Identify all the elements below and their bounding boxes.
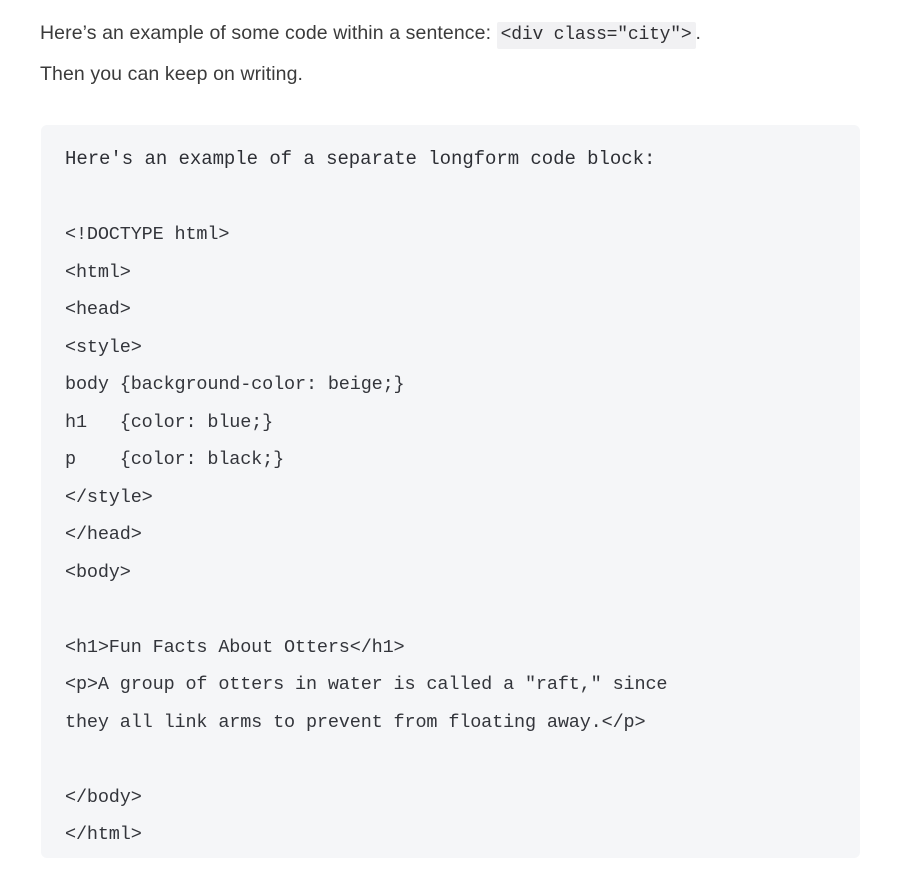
code-line: </style> bbox=[65, 486, 153, 508]
code-line: </head> bbox=[65, 524, 142, 545]
code-line: body {background-color: beige;} bbox=[65, 374, 405, 395]
code-line: <h1>Fun Facts About Otters</h1> bbox=[65, 636, 405, 658]
code-block-content: Here's an example of a separate longform… bbox=[65, 141, 848, 854]
code-line: </html> bbox=[65, 824, 142, 845]
code-line: p {color: black;} bbox=[65, 449, 285, 470]
intro-line-2: Then you can keep on writing. bbox=[40, 63, 304, 85]
code-line: <style> bbox=[65, 336, 142, 358]
code-block-lines: <!DOCTYPE html> <html> <head> <style> body {… bbox=[65, 179, 848, 854]
code-line: they all link arms to prevent from float… bbox=[65, 711, 646, 733]
intro-line-1-text-before: Here’s an example of some code within a … bbox=[40, 22, 497, 44]
longform-code-block: Here's an example of a separate longform… bbox=[41, 125, 860, 858]
code-line: h1 {color: blue;} bbox=[65, 411, 274, 433]
code-line: <html> bbox=[65, 261, 131, 283]
document-page: Here’s an example of some code within a … bbox=[0, 0, 916, 881]
code-line: <p>A group of otters in water is called … bbox=[65, 674, 668, 695]
intro-line-1: Here’s an example of some code within a … bbox=[40, 14, 880, 55]
intro-line-1-text-after: . bbox=[695, 22, 702, 44]
intro-prose: Here’s an example of some code within a … bbox=[40, 14, 880, 94]
code-line: <head> bbox=[65, 299, 131, 320]
code-line: </body> bbox=[65, 786, 142, 808]
inline-code-snippet: <div class="city"> bbox=[496, 22, 696, 49]
code-line: <!DOCTYPE html> bbox=[65, 224, 230, 245]
code-line: <body> bbox=[65, 561, 131, 583]
code-block-header: Here's an example of a separate longform… bbox=[65, 148, 656, 170]
